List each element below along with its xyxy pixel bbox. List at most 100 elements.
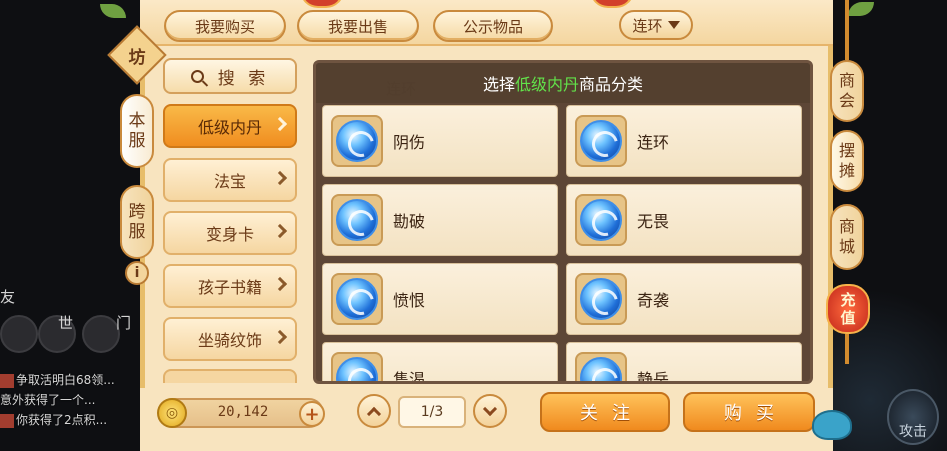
chevron-right-icon (272, 329, 288, 345)
grid-header-suffix: 商品分类 (579, 75, 644, 94)
gold-coin-icon: ◎ (157, 398, 187, 428)
background-ghost-label: 连环 (386, 80, 417, 98)
item-name: 愤恨 (393, 291, 426, 310)
item-name: 无畏 (637, 212, 670, 231)
chat-tag-icon (0, 373, 14, 388)
chat-tag-icon (0, 413, 14, 428)
item-icon-frame (575, 273, 627, 325)
attack-button[interactable]: 攻击 (887, 389, 939, 445)
blue-orb-icon (336, 199, 378, 241)
chevron-down-icon (667, 21, 680, 29)
tab-sell[interactable]: 我要出售 (297, 10, 419, 42)
page-prev-button[interactable] (357, 394, 391, 428)
search-icon (190, 69, 204, 83)
item-icon-frame (331, 194, 383, 246)
chat-line: 你获得了2点积... (0, 410, 150, 430)
voice-icon (0, 315, 38, 353)
category-mount-ornament[interactable]: 坐骑纹饰 (163, 317, 297, 361)
category-child-books[interactable]: 孩子书籍 (163, 264, 297, 308)
tab-chamber-label: 会 (838, 91, 855, 110)
currency-amount: 20,142 (217, 404, 269, 420)
tab-mall-label: 商 (838, 217, 855, 236)
info-button[interactable]: i (125, 261, 149, 285)
tab-mall-label: 城 (838, 237, 855, 256)
grid-header-highlight: 低级内丹 (514, 75, 579, 94)
item-icon-frame (575, 352, 627, 381)
page-next-button[interactable] (473, 394, 507, 428)
chevron-right-icon (272, 276, 288, 292)
tab-local-server[interactable]: 本 服 (120, 94, 154, 168)
tab-local-server-label: 服 (128, 131, 146, 151)
grid-item[interactable]: 愤恨 (322, 263, 558, 335)
blue-orb-icon (580, 120, 622, 162)
category-label: 低级内丹 (197, 118, 262, 137)
item-icon-frame (331, 273, 383, 325)
tab-cross-server-label: 跨 (128, 202, 146, 222)
category-transform-card[interactable]: 变身卡 (163, 211, 297, 255)
chevron-right-icon (272, 170, 288, 186)
tab-local-server-label: 本 (128, 111, 146, 131)
grid-item[interactable]: 无畏 (566, 184, 802, 256)
category-low-inner-pill[interactable]: 低级内丹 (163, 104, 297, 148)
blue-orb-icon (336, 357, 378, 381)
background-ghost-label: 友 (0, 288, 16, 306)
background-ghost-label: 门 (116, 314, 132, 332)
chat-line: 意外获得了一个... (0, 393, 96, 407)
page-indicator: 1/3 (398, 396, 466, 428)
rope-decoration (845, 0, 849, 60)
category-label: 孩子书籍 (197, 278, 262, 297)
grid-item[interactable]: 阴伤 (322, 105, 558, 177)
tab-cross-server[interactable]: 跨 服 (120, 185, 154, 259)
item-category-grid: 选择 低级内丹 商品分类 阴伤 连环 勘破 无畏 愤恨 奇袭 隽渴 静岳 (313, 60, 813, 384)
item-icon-frame (575, 115, 627, 167)
recharge-label: 充 (840, 291, 856, 309)
add-currency-button[interactable]: + (299, 401, 325, 427)
category-magic-treasure[interactable]: 法宝 (163, 158, 297, 202)
blue-orb-icon (336, 278, 378, 320)
chevron-right-icon (272, 116, 288, 132)
item-name: 隽渴 (393, 370, 426, 384)
rope-decoration (845, 334, 849, 364)
blue-orb-icon (580, 357, 622, 381)
item-icon-frame (575, 194, 627, 246)
attack-label: 攻击 (899, 424, 927, 440)
tab-buy[interactable]: 我要购买 (164, 10, 286, 42)
tab-chamber-of-commerce[interactable]: 商 会 (830, 60, 864, 122)
category-label: 坐骑纹饰 (197, 331, 262, 350)
buy-button[interactable]: 购买 (683, 392, 815, 432)
item-name: 阴伤 (393, 133, 426, 152)
tab-public-items[interactable]: 公示物品 (433, 10, 553, 42)
market-badge-label: 坊 (128, 47, 146, 68)
recharge-label: 值 (840, 309, 856, 327)
category-label: 变身卡 (205, 225, 254, 244)
chevron-up-icon (366, 406, 382, 421)
chevron-right-icon (272, 223, 288, 239)
grid-item[interactable]: 奇袭 (566, 263, 802, 335)
background-chat: 争取活明白68领... 意外获得了一个... 你获得了2点积... (0, 370, 150, 430)
item-icon-frame (331, 352, 383, 381)
microphone-icon (82, 315, 120, 353)
tab-stall[interactable]: 摆 摊 (830, 130, 864, 192)
tab-chamber-label: 商 (838, 71, 855, 90)
search-label: 搜 索 (217, 68, 270, 89)
category-label: 法宝 (213, 172, 246, 191)
chevron-down-icon (482, 401, 498, 416)
grid-scroll-area[interactable]: 阴伤 连环 勘破 无畏 愤恨 奇袭 隽渴 静岳 (322, 103, 804, 384)
grid-item[interactable]: 勘破 (322, 184, 558, 256)
follow-button[interactable]: 关注 (540, 392, 670, 432)
recharge-button[interactable]: 充 值 (826, 284, 870, 334)
blue-orb-icon (336, 120, 378, 162)
search-button[interactable]: 搜 索 (163, 58, 297, 94)
blue-orb-icon (580, 278, 622, 320)
item-name: 勘破 (393, 212, 426, 231)
tab-cross-server-label: 服 (128, 222, 146, 242)
category-list-overflow (163, 369, 297, 383)
grid-item[interactable]: 隽渴 (322, 342, 558, 384)
grid-item[interactable]: 连环 (566, 105, 802, 177)
grid-item[interactable]: 静岳 (566, 342, 802, 381)
mascot-decoration (812, 410, 852, 440)
tab-mall[interactable]: 商 城 (830, 204, 864, 270)
background-ghost-label: 世 (58, 314, 74, 332)
blue-orb-icon (580, 199, 622, 241)
server-select[interactable]: 连环 (619, 10, 693, 40)
